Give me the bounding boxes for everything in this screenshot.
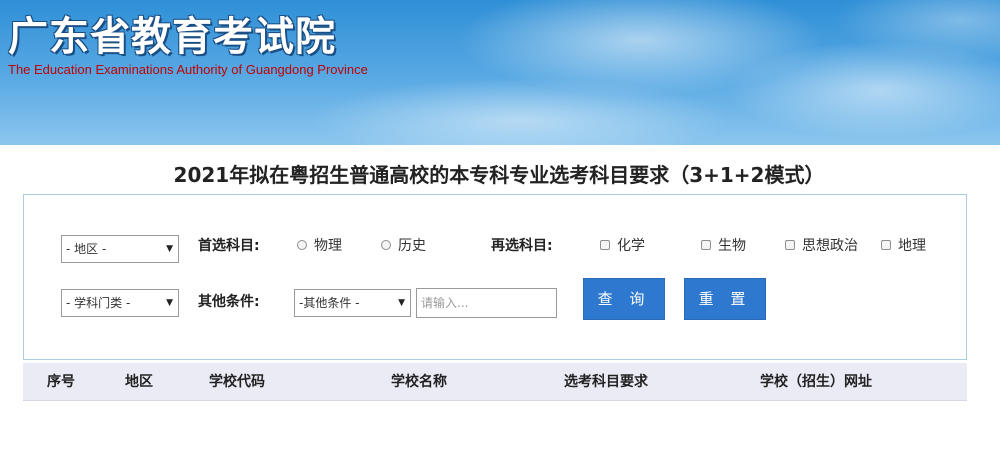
radio-button[interactable]	[297, 240, 307, 250]
column-header-index: 序号	[47, 374, 75, 390]
header-banner: 广东省教育考试院 The Education Examinations Auth…	[0, 0, 1000, 145]
checkbox-chemistry-label: 化学	[617, 238, 645, 254]
radio-history[interactable]: 历史	[381, 235, 426, 255]
keyword-input[interactable]	[416, 288, 557, 318]
second-choice-label: 再选科目:	[491, 238, 553, 254]
checkbox[interactable]	[881, 240, 891, 250]
checkbox-geography-label: 地理	[898, 238, 926, 254]
chevron-down-icon: ▼	[166, 298, 173, 308]
region-select-value: - 地区 -	[66, 242, 107, 256]
checkbox-geography[interactable]: 地理	[881, 235, 926, 255]
column-header-school-code: 学校代码	[209, 374, 265, 390]
checkbox[interactable]	[785, 240, 795, 250]
site-logo-english: The Education Examinations Authority of …	[8, 62, 368, 77]
first-choice-label: 首选科目:	[198, 238, 260, 254]
other-conditions-select[interactable]: -其他条件 - ▼	[294, 289, 411, 317]
checkbox[interactable]	[701, 240, 711, 250]
other-conditions-select-value: -其他条件 -	[299, 296, 360, 310]
radio-history-label: 历史	[398, 238, 426, 254]
checkbox[interactable]	[600, 240, 610, 250]
category-select-value: - 学科门类 -	[66, 296, 131, 310]
column-header-school-name: 学校名称	[391, 374, 447, 390]
page-title: 2021年拟在粤招生普通高校的本专科专业选考科目要求（3+1+2模式）	[173, 163, 825, 187]
checkbox-politics-label: 思想政治	[802, 238, 858, 254]
category-select[interactable]: - 学科门类 - ▼	[61, 289, 179, 317]
region-select[interactable]: - 地区 - ▼	[61, 235, 179, 263]
main-panel: 2021年拟在粤招生普通高校的本专科专业选考科目要求（3+1+2模式） - 地区…	[10, 145, 988, 469]
checkbox-biology[interactable]: 生物	[701, 235, 746, 255]
site-logo-chinese[interactable]: 广东省教育考试院	[8, 4, 336, 62]
radio-physics[interactable]: 物理	[297, 235, 342, 255]
radio-button[interactable]	[381, 240, 391, 250]
results-table-header: 序号 地区 学校代码 学校名称 选考科目要求 学校（招生）网址	[23, 363, 967, 401]
checkbox-politics[interactable]: 思想政治	[785, 235, 858, 255]
checkbox-biology-label: 生物	[718, 238, 746, 254]
radio-physics-label: 物理	[314, 238, 342, 254]
column-header-subject-requirements: 选考科目要求	[564, 374, 648, 390]
filter-box: - 地区 - ▼ 首选科目: 物理 历史 再选科目: 化学 生物 思想政治 地理	[23, 194, 967, 360]
reset-button[interactable]: 重 置	[684, 278, 766, 320]
search-button[interactable]: 查 询	[583, 278, 665, 320]
chevron-down-icon: ▼	[166, 244, 173, 254]
other-conditions-label: 其他条件:	[198, 294, 260, 310]
checkbox-chemistry[interactable]: 化学	[600, 235, 645, 255]
chevron-down-icon: ▼	[398, 298, 405, 308]
column-header-school-website: 学校（招生）网址	[760, 374, 872, 390]
column-header-region: 地区	[125, 374, 153, 390]
